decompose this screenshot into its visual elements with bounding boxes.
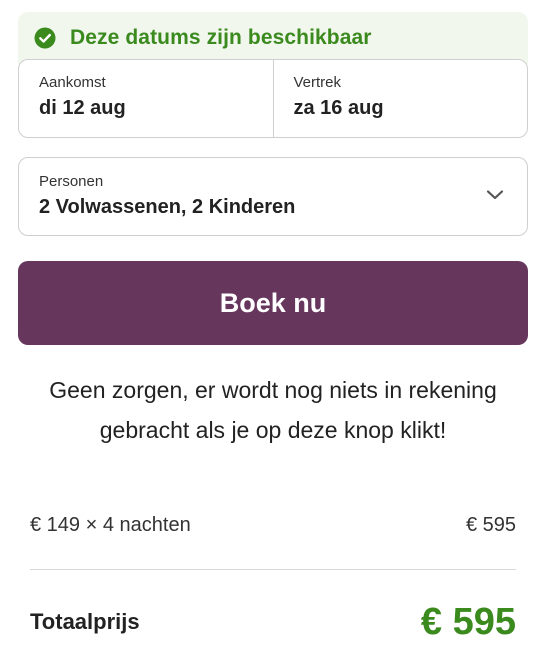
departure-date-field[interactable]: Vertrek za 16 aug <box>272 60 528 137</box>
price-amount: € 595 <box>465 514 516 536</box>
departure-value: za 16 aug <box>293 97 384 119</box>
price-breakdown: € 149 × 4 nachten € 595 <box>30 514 516 537</box>
persons-label: Personen <box>39 173 104 190</box>
price-description: € 149 × 4 nachten <box>30 514 191 536</box>
departure-label: Vertrek <box>293 74 342 91</box>
arrival-label: Aankomst <box>39 74 106 91</box>
arrival-date-field[interactable]: Aankomst di 12 aug <box>19 60 273 137</box>
persons-select[interactable]: Personen 2 Volwassenen, 2 Kinderen <box>18 157 528 236</box>
total-price: Totaalprijs € 595 <box>30 598 516 646</box>
availability-text: Deze datums zijn beschikbaar <box>70 26 372 49</box>
persons-value: 2 Volwassenen, 2 Kinderen <box>39 196 296 218</box>
reassurance-text: Geen zorgen, er wordt nog niets in reken… <box>49 377 497 443</box>
availability-banner: Deze datums zijn beschikbaar <box>18 12 528 64</box>
book-now-button[interactable]: Boek nu <box>18 261 528 345</box>
check-circle-icon <box>34 27 56 49</box>
total-label: Totaalprijs <box>30 609 140 634</box>
total-value: € 595 <box>420 600 516 643</box>
date-selector: Aankomst di 12 aug Vertrek za 16 aug <box>18 59 528 138</box>
divider <box>30 569 516 570</box>
arrival-value: di 12 aug <box>39 97 126 119</box>
chevron-down-icon <box>486 190 504 200</box>
